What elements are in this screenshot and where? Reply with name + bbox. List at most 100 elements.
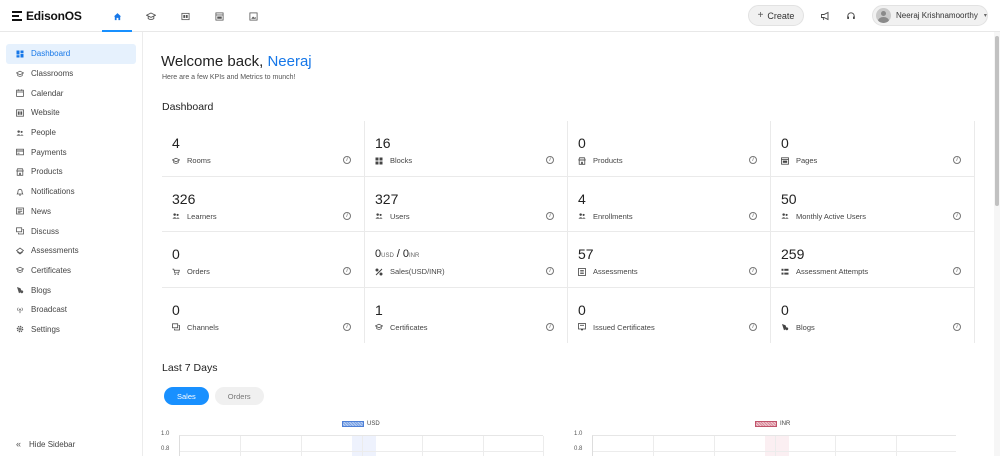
y-tick-label: 0.8	[161, 446, 170, 452]
kpi-card-pages[interactable]: 0 Pages i	[771, 121, 975, 177]
info-icon[interactable]: i	[749, 267, 757, 275]
create-button[interactable]: + Create	[748, 5, 804, 26]
nav-media[interactable]	[236, 0, 270, 32]
grid-line	[422, 436, 423, 456]
sidebar-item-blogs[interactable]: Blogs	[6, 280, 136, 300]
sidebar-item-classrooms[interactable]: Classrooms	[6, 64, 136, 84]
chart-legend[interactable]: USD	[342, 421, 380, 427]
chart-legend[interactable]: INR	[755, 421, 790, 427]
info-icon[interactable]: i	[343, 267, 351, 275]
sidebar-item-news[interactable]: News	[6, 202, 136, 222]
kpi-card-assessment-attempts[interactable]: 259 Assessment Attempts i	[771, 232, 975, 288]
kpi-card-channels[interactable]: 0 Channels i	[162, 287, 365, 343]
grid-line	[835, 436, 836, 456]
sidebar-item-settings[interactable]: Settings	[6, 320, 136, 340]
announcement-button[interactable]	[818, 9, 832, 23]
kpi-label-row: Products	[578, 156, 623, 165]
support-button[interactable]	[844, 9, 858, 23]
highlight-band	[765, 436, 789, 456]
kpi-card-enrollments[interactable]: 4 Enrollments i	[568, 176, 771, 232]
kpi-card-learners[interactable]: 326 Learners i	[162, 176, 365, 232]
info-icon[interactable]: i	[546, 267, 554, 275]
main-content: Welcome back, Neeraj Here are a few KPIs…	[143, 32, 994, 456]
nav-blocks[interactable]	[168, 0, 202, 32]
people-icon	[172, 212, 180, 220]
kpi-card-sales[interactable]: 0USD/0INR Sales(USD/INR) i	[365, 232, 568, 288]
kpi-card-users[interactable]: 327 Users i	[365, 176, 568, 232]
info-icon[interactable]: i	[953, 211, 961, 220]
info-icon[interactable]: i	[749, 156, 757, 164]
kpi-label: Orders	[187, 267, 210, 276]
sidebar-item-dashboard[interactable]: Dashboard	[6, 44, 136, 64]
top-bar: EdisonOS + Create Neeraj Krishnamoorthy …	[0, 0, 1000, 32]
kpi-card-blocks[interactable]: 16 Blocks i	[365, 121, 568, 177]
scrollbar-thumb[interactable]	[995, 36, 999, 206]
user-menu[interactable]: Neeraj Krishnamoorthy ▾	[872, 5, 988, 26]
kpi-label: Products	[593, 156, 623, 165]
kpi-label-row: Blocks	[375, 156, 412, 165]
nav-classrooms[interactable]	[134, 0, 168, 32]
sidebar-item-notifications[interactable]: Notifications	[6, 182, 136, 202]
headset-icon	[847, 12, 855, 19]
info-icon[interactable]: i	[546, 322, 554, 331]
kpi-value: 0	[172, 246, 180, 262]
info-icon[interactable]: i	[343, 211, 351, 220]
kpi-card-monthly-active-users[interactable]: 50 Monthly Active Users i	[771, 176, 975, 232]
kpi-label-row: Channels	[172, 323, 219, 332]
kpi-label-row: Assessments	[578, 267, 638, 276]
hide-sidebar-button[interactable]: « Hide Sidebar	[16, 439, 75, 449]
grid-line	[775, 436, 776, 456]
tab-orders[interactable]: Orders	[214, 387, 264, 405]
sidebar-item-broadcast[interactable]: Broadcast	[6, 300, 136, 320]
kpi-card-assessments[interactable]: 57 Assessments i	[568, 232, 771, 288]
info-icon[interactable]: i	[546, 156, 554, 164]
chart-plot-area	[179, 435, 544, 456]
sidebar-item-products[interactable]: Products	[6, 162, 136, 182]
tab-sales[interactable]: Sales	[164, 387, 209, 405]
welcome-subtitle: Here are a few KPIs and Metrics to munch…	[162, 74, 296, 81]
kpi-label: Sales(USD/INR)	[390, 267, 445, 276]
app-logo[interactable]: EdisonOS	[12, 9, 82, 23]
info-icon[interactable]: i	[749, 322, 757, 331]
window-icon	[214, 11, 224, 21]
kpi-label-row: Users	[375, 212, 410, 221]
nav-pages[interactable]	[202, 0, 236, 32]
y-tick-label: 1.0	[161, 431, 170, 437]
kpi-card-products[interactable]: 0 Products i	[568, 121, 771, 177]
kpi-label-row: Assessment Attempts	[781, 267, 868, 276]
sidebar-item-people[interactable]: People	[6, 123, 136, 143]
info-icon[interactable]: i	[953, 322, 961, 331]
sidebar-item-assessments[interactable]: Assessments	[6, 241, 136, 261]
sidebar-item-discuss[interactable]: Discuss	[6, 221, 136, 241]
kpi-card-certificates[interactable]: 1 Certificates i	[365, 287, 568, 343]
kpi-card-orders[interactable]: 0 Orders i	[162, 232, 365, 288]
sales-usd-unit: USD	[381, 253, 394, 259]
sidebar-item-payments[interactable]: Payments	[6, 142, 136, 162]
info-icon[interactable]: i	[343, 156, 351, 164]
info-icon[interactable]: i	[546, 211, 554, 220]
sidebar-item-certificates[interactable]: Certificates	[6, 261, 136, 281]
kpi-label: Blocks	[390, 156, 413, 165]
sidebar-item-label: Blogs	[31, 285, 52, 295]
sidebar-item-label: Broadcast	[31, 305, 68, 315]
kpi-label: Enrollments	[593, 211, 633, 221]
nav-home[interactable]	[100, 0, 134, 32]
info-icon[interactable]: i	[953, 156, 961, 164]
bell-icon	[16, 188, 24, 196]
megaphone-icon	[821, 11, 829, 21]
sidebar-item-calendar[interactable]: Calendar	[6, 83, 136, 103]
kpi-value: 4	[172, 135, 180, 151]
info-icon[interactable]: i	[749, 211, 757, 220]
metric-tabs: Sales Orders	[164, 387, 264, 405]
sidebar-item-label: People	[31, 128, 56, 138]
sidebar-item-website[interactable]: Website	[6, 103, 136, 123]
page-scrollbar[interactable]	[994, 32, 1000, 456]
grid-line	[483, 436, 484, 456]
info-icon[interactable]: i	[953, 267, 961, 275]
payments-icon	[16, 148, 24, 156]
kpi-card-blogs[interactable]: 0 Blogs i	[771, 287, 975, 343]
kpi-card-rooms[interactable]: 4 Rooms i	[162, 121, 365, 177]
graduation-cap-icon	[16, 70, 24, 78]
kpi-card-issued-certificates[interactable]: 0 Issued Certificates i	[568, 287, 771, 343]
info-icon[interactable]: i	[343, 322, 351, 331]
